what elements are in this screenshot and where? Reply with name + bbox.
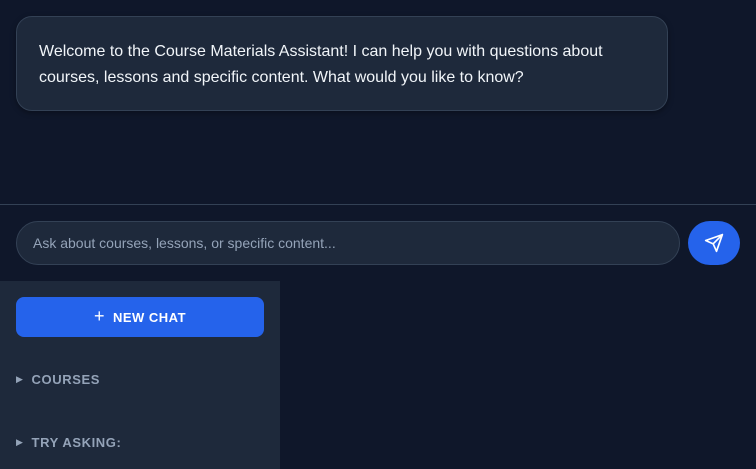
chat-messages: Welcome to the Course Materials Assistan…	[0, 0, 756, 204]
chat-input-bar	[0, 204, 756, 281]
chat-input[interactable]	[16, 221, 680, 265]
courses-section-toggle[interactable]: ▶ COURSES	[16, 372, 100, 387]
new-chat-label: NEW CHAT	[112, 309, 187, 325]
triangle-right-icon: ▶	[16, 374, 24, 384]
app-root: Welcome to the Course Materials Assistan…	[0, 0, 756, 469]
try-asking-section-toggle[interactable]: ▶ TRY ASKING:	[16, 435, 121, 450]
new-chat-button[interactable]: + NEW CHAT	[16, 297, 264, 337]
send-button[interactable]	[688, 221, 740, 265]
assistant-message: Welcome to the Course Materials Assistan…	[16, 16, 668, 111]
assistant-message-text: Welcome to the Course Materials Assistan…	[39, 43, 603, 86]
courses-section-label: COURSES	[31, 372, 101, 387]
try-asking-section-label: TRY ASKING:	[31, 435, 122, 450]
sidebar: + NEW CHAT ▶ COURSES ▶ TRY ASKING:	[0, 281, 280, 469]
plus-icon: +	[93, 306, 105, 326]
triangle-right-icon: ▶	[16, 437, 24, 447]
paper-plane-icon	[704, 233, 724, 253]
